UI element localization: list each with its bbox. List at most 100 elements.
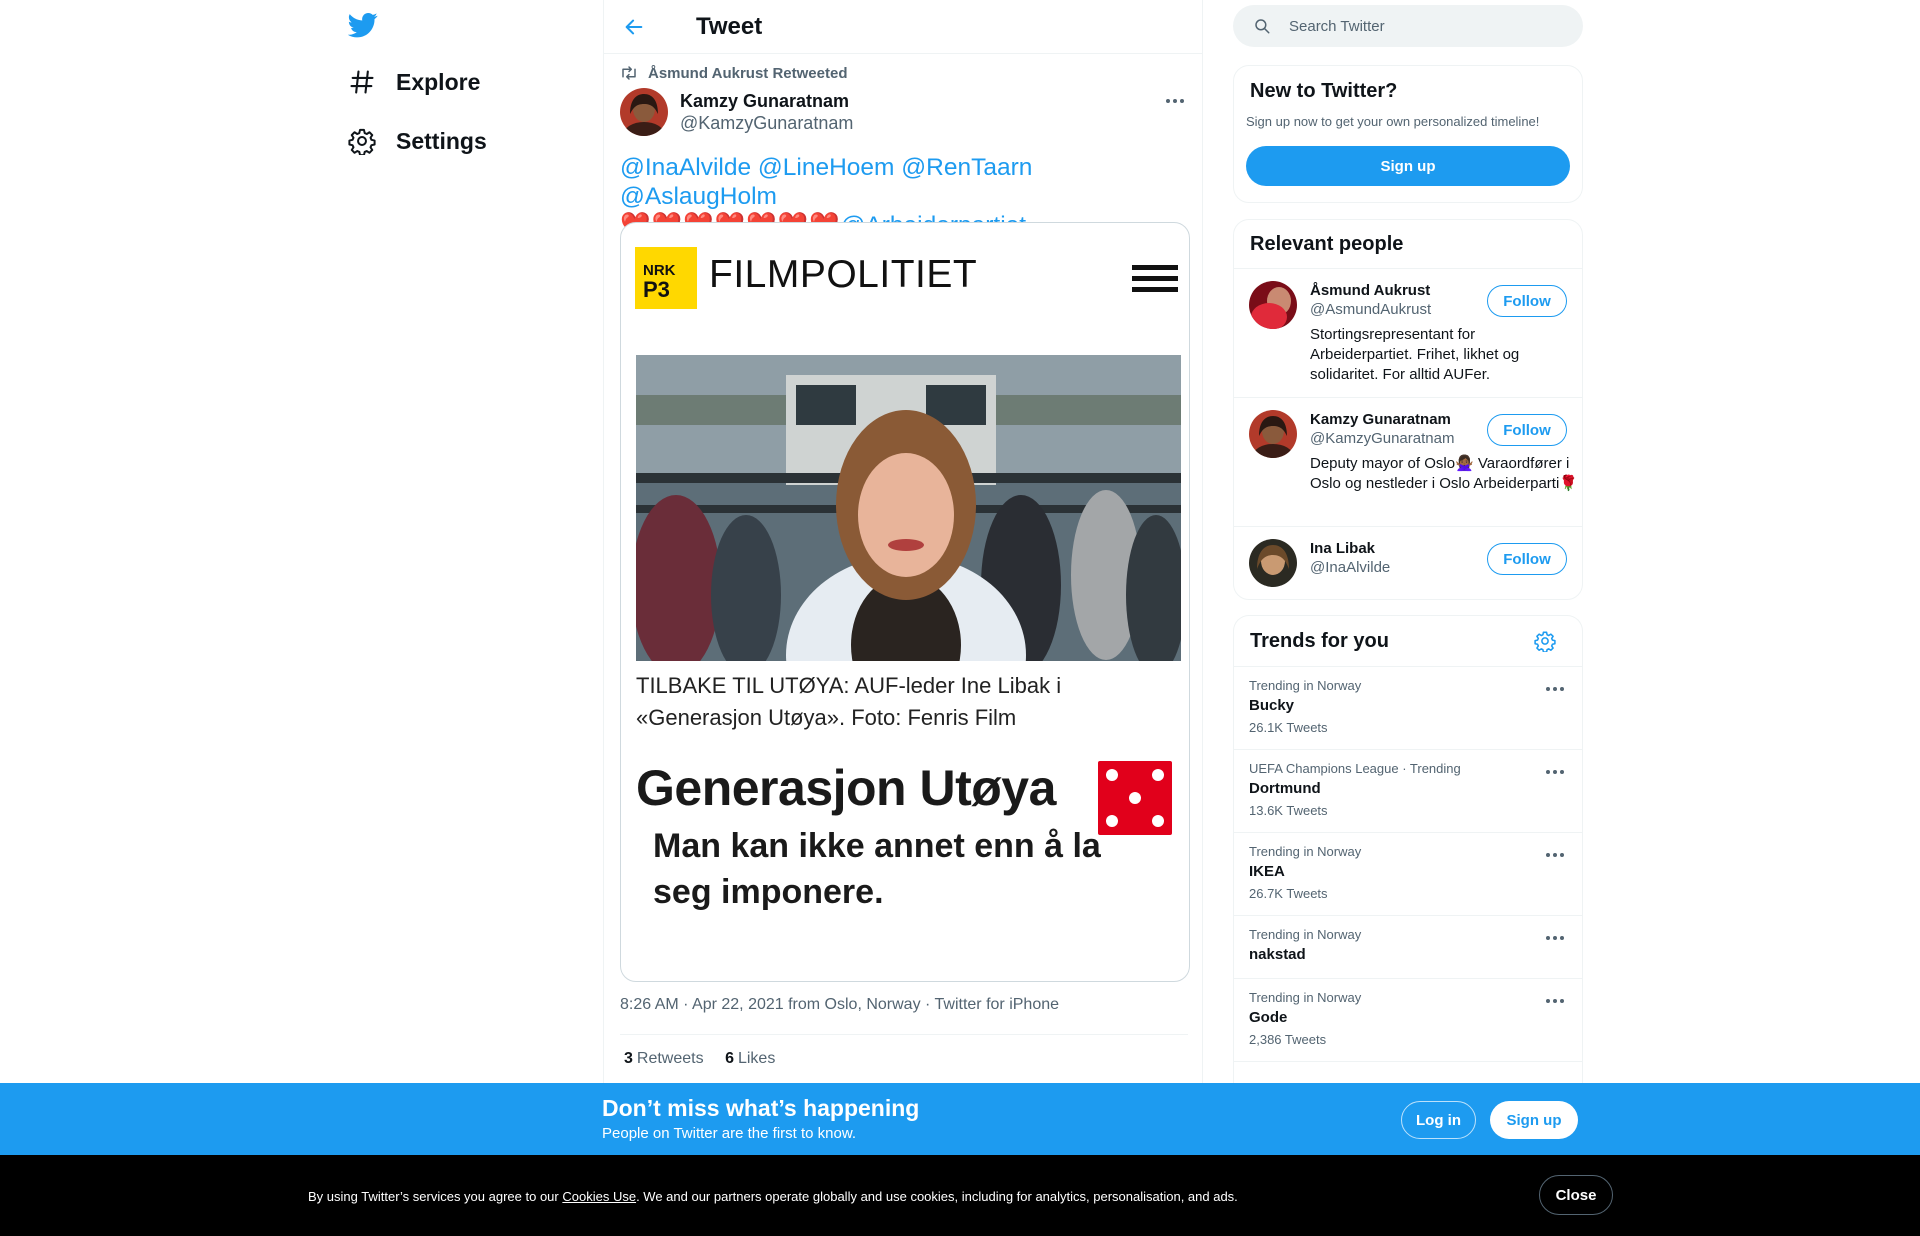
- trend-more-icon[interactable]: [1542, 845, 1568, 865]
- person-name[interactable]: Åsmund Aukrust: [1310, 282, 1430, 299]
- trends-title: Trends for you: [1250, 630, 1389, 652]
- retweets-label: Retweets: [636, 1050, 704, 1067]
- author-name[interactable]: Kamzy Gunaratnam: [680, 90, 853, 112]
- trend-count: 26.1K Tweets: [1249, 720, 1328, 735]
- person-handle[interactable]: @InaAlvilde: [1310, 559, 1390, 576]
- trend-name: Bucky: [1249, 697, 1295, 714]
- movie-title: Generasjon Utøya: [636, 760, 1056, 816]
- tweet-media[interactable]: NRK P3 FILMPOLITIET TILBAKE TIL UTØYA: A…: [620, 222, 1190, 982]
- follow-button[interactable]: Follow: [1487, 414, 1567, 446]
- likes-count: 6: [725, 1050, 734, 1067]
- trend-count: 2,386 Tweets: [1249, 1032, 1327, 1047]
- trend-item[interactable]: Trending in Norway Gode 2,386 Tweets: [1234, 978, 1582, 1061]
- new-to-twitter-subtitle: Sign up now to get your own personalized…: [1246, 114, 1540, 129]
- trend-more-icon[interactable]: [1542, 679, 1568, 699]
- person-name[interactable]: Kamzy Gunaratnam: [1310, 411, 1451, 428]
- trend-meta: Trending in Norway: [1249, 990, 1362, 1005]
- trend-item[interactable]: Trending in Norway Bucky 26.1K Tweets: [1234, 666, 1582, 749]
- person-handle[interactable]: @AsmundAukrust: [1310, 301, 1431, 318]
- cookie-text: By using Twitter’s services you agree to…: [308, 1189, 1238, 1204]
- app-root: Explore Settings Tweet Åsmund Aukrust Re…: [0, 0, 1920, 1236]
- trend-count: 26.7K Tweets: [1249, 886, 1328, 901]
- nav-settings[interactable]: Settings: [348, 121, 487, 161]
- tweet-mentions[interactable]: @InaAlvilde @LineHoem @RenTaarn @AslaugH…: [620, 153, 1188, 211]
- relevant-people-card: Relevant people Åsmund Aukrust @AsmundAu…: [1233, 219, 1583, 600]
- avatar[interactable]: [620, 88, 668, 136]
- nav-explore-label: Explore: [396, 68, 481, 95]
- close-cookie-button[interactable]: Close: [1539, 1175, 1613, 1215]
- banner-signup-button[interactable]: Sign up: [1490, 1101, 1578, 1139]
- tweet-meta[interactable]: 8:26 AM · Apr 22, 2021 from Oslo, Norway…: [620, 996, 1059, 1014]
- trend-name: Gode: [1249, 1009, 1288, 1026]
- review-quote: Man kan ikke annet enn å la seg imponere…: [653, 827, 1101, 911]
- divider: [620, 1034, 1188, 1035]
- avatar[interactable]: [1249, 539, 1297, 587]
- trend-meta: Trending in Norway: [1249, 927, 1362, 942]
- main-header: Tweet: [604, 0, 1202, 54]
- page-title: Tweet: [696, 12, 763, 40]
- trend-item[interactable]: UEFA Champions League · Trending Dortmun…: [1234, 749, 1582, 832]
- retweet-context[interactable]: Åsmund Aukrust Retweeted: [620, 64, 847, 82]
- retweets-stat[interactable]: 3 Retweets: [624, 1050, 704, 1067]
- trend-more-icon[interactable]: [1542, 762, 1568, 782]
- svg-text:P3: P3: [643, 277, 670, 302]
- tweet-more-icon[interactable]: [1162, 91, 1188, 111]
- trend-more-icon[interactable]: [1542, 928, 1568, 948]
- trend-meta: UEFA Champions League · Trending: [1249, 761, 1461, 776]
- retweets-count: 3: [624, 1050, 633, 1067]
- nav-explore[interactable]: Explore: [348, 62, 480, 102]
- follow-button[interactable]: Follow: [1487, 285, 1567, 317]
- person-bio: Stortingsrepresentant for Arbeiderpartie…: [1310, 326, 1520, 383]
- nrk-p3-logo: NRK P3: [635, 247, 697, 309]
- trend-meta: Trending in Norway: [1249, 844, 1362, 859]
- photo-caption: TILBAKE TIL UTØYA: AUF-leder Ine Libak i…: [636, 673, 1062, 730]
- cookie-banner: By using Twitter’s services you agree to…: [0, 1155, 1920, 1236]
- new-to-twitter-title: New to Twitter?: [1250, 80, 1398, 102]
- trend-count: 13.6K Tweets: [1249, 803, 1328, 818]
- gear-icon[interactable]: [1534, 630, 1556, 652]
- person-card[interactable]: Kamzy Gunaratnam @KamzyGunaratnam Deputy…: [1234, 397, 1582, 526]
- person-card[interactable]: Åsmund Aukrust @AsmundAukrust Stortingsr…: [1234, 268, 1582, 397]
- trends-card: Trends for you Trending in Norway Bucky …: [1233, 615, 1583, 1135]
- trend-more-icon[interactable]: [1542, 991, 1568, 1011]
- trend-meta: Trending in Norway: [1249, 678, 1362, 693]
- person-handle[interactable]: @KamzyGunaratnam: [1310, 430, 1454, 447]
- retweet-icon: [622, 66, 636, 80]
- twitter-bird-icon[interactable]: [348, 10, 378, 40]
- signup-banner: Don’t miss what’s happening People on Tw…: [0, 1083, 1920, 1155]
- banner-title: Don’t miss what’s happening: [602, 1095, 920, 1121]
- search-input[interactable]: Search Twitter: [1233, 5, 1583, 47]
- follow-button[interactable]: Follow: [1487, 543, 1567, 575]
- trend-name: nakstad: [1249, 946, 1306, 963]
- avatar[interactable]: [1249, 410, 1297, 458]
- author-handle[interactable]: @KamzyGunaratnam: [680, 112, 853, 134]
- hashtag-icon: [348, 68, 376, 96]
- avatar[interactable]: [1249, 281, 1297, 329]
- trend-item[interactable]: Trending in Norway IKEA 26.7K Tweets: [1234, 832, 1582, 915]
- banner-subtitle: People on Twitter are the first to know.: [602, 1125, 857, 1142]
- gear-icon: [348, 127, 376, 155]
- cookies-use-link[interactable]: Cookies Use: [562, 1189, 636, 1204]
- login-button[interactable]: Log in: [1401, 1101, 1476, 1139]
- relevant-people-title: Relevant people: [1250, 233, 1404, 255]
- menu-icon: [1132, 265, 1178, 298]
- likes-label: Likes: [737, 1050, 776, 1067]
- new-to-twitter-card: New to Twitter? Sign up now to get your …: [1233, 65, 1583, 203]
- trend-name: IKEA: [1249, 863, 1285, 880]
- main-column: Tweet Åsmund Aukrust Retweeted Kamzy Gun…: [603, 0, 1203, 1236]
- tweet-stats: 3 Retweets 6 Likes: [624, 1050, 775, 1068]
- search-placeholder: Search Twitter: [1289, 17, 1385, 35]
- cookie-text-after: . We and our partners operate globally a…: [636, 1189, 1238, 1204]
- site-title: FILMPOLITIET: [709, 253, 978, 296]
- tweet-author[interactable]: Kamzy Gunaratnam @KamzyGunaratnam: [620, 88, 853, 136]
- signup-button[interactable]: Sign up: [1246, 146, 1570, 186]
- likes-stat[interactable]: 6 Likes: [725, 1050, 775, 1067]
- cookie-text-before: By using Twitter’s services you agree to…: [308, 1189, 563, 1204]
- person-name[interactable]: Ina Libak: [1310, 540, 1375, 557]
- person-card[interactable]: Ina Libak @InaAlvilde Follow: [1234, 526, 1582, 599]
- retweet-label: Åsmund Aukrust Retweeted: [648, 64, 848, 82]
- arrow-left-icon[interactable]: [623, 16, 645, 38]
- trend-name: Dortmund: [1249, 780, 1321, 797]
- trend-item[interactable]: Trending in Norway nakstad: [1234, 915, 1582, 978]
- person-bio: Deputy mayor of Oslo🙅🏾‍♀️ Varaordfører i…: [1310, 455, 1578, 492]
